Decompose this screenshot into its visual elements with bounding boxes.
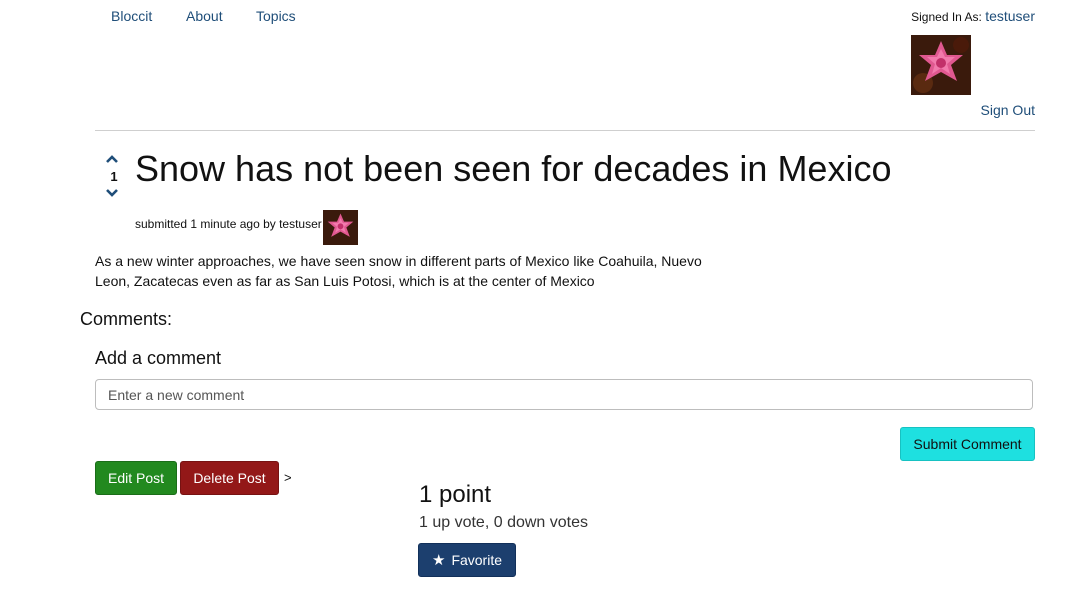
comment-input[interactable] [95,379,1033,410]
nav-link-about[interactable]: About [186,8,223,24]
user-avatar [911,35,971,95]
sign-out-link[interactable]: Sign Out [981,102,1035,118]
add-comment-heading: Add a comment [95,348,222,368]
nav-link-topics[interactable]: Topics [256,8,296,24]
edit-post-button[interactable]: Edit Post [95,461,177,495]
points-total: 1 point [419,481,492,508]
submit-comment-button[interactable]: Submit Comment [900,427,1035,461]
vote-count: 1 [110,169,118,184]
chevron-up-icon[interactable] [104,152,120,166]
comments-heading: Comments: [80,309,173,329]
nav-link-bloccit[interactable]: Bloccit [111,8,152,24]
signed-in-label: Signed In As: [911,10,982,24]
separator-text: > [284,470,292,485]
favorite-button[interactable]: ★ Favorite [418,543,516,577]
post-submitted-info: submitted 1 minute ago by testuser [135,217,322,231]
star-icon: ★ [431,552,446,569]
chevron-down-icon[interactable] [104,186,120,200]
delete-post-button[interactable]: Delete Post [180,461,279,495]
vote-summary: 1 up vote, 0 down votes [419,514,588,531]
header-divider [95,130,1035,131]
author-avatar [323,210,358,245]
favorite-label: Favorite [451,552,503,568]
vote-widget: 1 [104,152,124,200]
post-body: As a new winter approaches, we have seen… [95,253,702,289]
post-title: Snow has not been seen for decades in Me… [135,148,892,189]
user-box: Signed In As: testuser [911,8,1035,24]
username-link[interactable]: testuser [985,8,1035,24]
